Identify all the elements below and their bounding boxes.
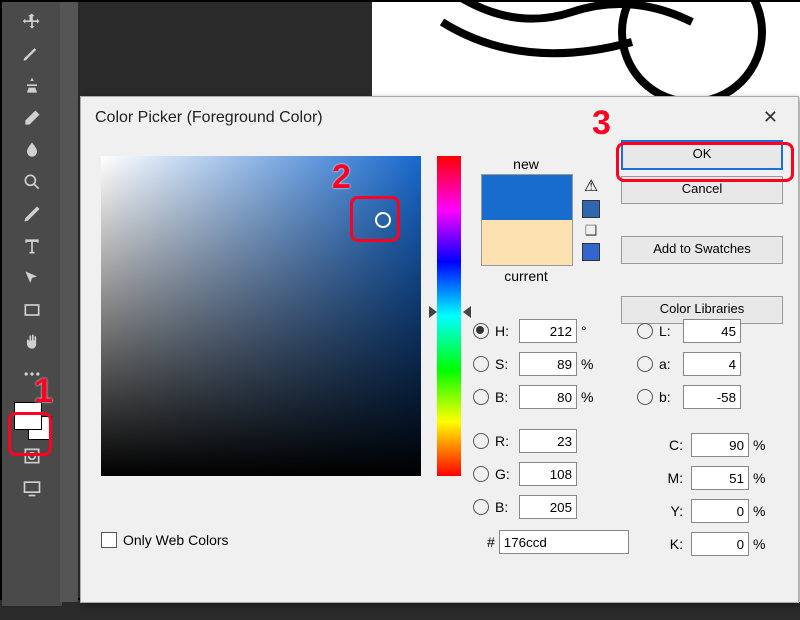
key-row: K: % <box>661 530 773 558</box>
hex-field[interactable] <box>499 530 629 554</box>
hue-field[interactable] <box>519 319 577 343</box>
hand-tool-icon[interactable] <box>18 328 46 356</box>
hue-label: H: <box>495 323 515 339</box>
hue-slider[interactable] <box>437 156 461 476</box>
hue-slider-arrow-left-icon <box>429 306 437 318</box>
dialog-title: Color Picker (Foreground Color) <box>95 109 323 127</box>
a-radio[interactable] <box>637 356 653 372</box>
magenta-label: M: <box>661 470 683 486</box>
hue-slider-arrow-right-icon <box>463 306 471 318</box>
red-row: R: <box>473 427 601 455</box>
only-web-colors-label: Only Web Colors <box>123 532 229 548</box>
gamut-warning-icon[interactable]: ⚠ <box>584 176 598 196</box>
L-radio[interactable] <box>637 323 653 339</box>
L-field[interactable] <box>683 319 741 343</box>
red-label: R: <box>495 433 515 449</box>
saturation-field[interactable] <box>519 352 577 376</box>
yellow-label: Y: <box>661 503 683 519</box>
color-preview: new current <box>481 156 571 284</box>
add-to-swatches-button[interactable]: Add to Swatches <box>621 236 783 264</box>
ok-button[interactable]: OK <box>621 140 783 170</box>
ellipsis-tool-icon[interactable] <box>18 360 46 388</box>
brush-tool-icon[interactable] <box>18 40 46 68</box>
key-label: K: <box>661 536 683 552</box>
brightness-field[interactable] <box>519 385 577 409</box>
a-row: a: <box>637 350 745 378</box>
gamut-swatch[interactable] <box>582 200 600 218</box>
new-label: new <box>481 156 571 172</box>
type-tool-icon[interactable] <box>18 232 46 260</box>
rectangle-tool-icon[interactable] <box>18 296 46 324</box>
blue-row: B: <box>473 493 601 521</box>
dodge-tool-icon[interactable] <box>18 168 46 196</box>
hex-row: # <box>487 530 633 554</box>
green-field[interactable] <box>519 462 577 486</box>
brightness-row: B: % <box>473 383 601 411</box>
new-color-swatch <box>482 175 572 220</box>
b-row: b: <box>637 383 745 411</box>
red-field[interactable] <box>519 429 577 453</box>
color-field[interactable] <box>101 156 421 476</box>
saturation-radio[interactable] <box>473 356 489 372</box>
b-label: b: <box>659 389 679 405</box>
magenta-field[interactable] <box>691 466 749 490</box>
blur-tool-icon[interactable] <box>18 136 46 164</box>
quick-mask-icon[interactable] <box>18 442 46 470</box>
hex-prefix: # <box>487 534 495 550</box>
move-tool-icon[interactable] <box>18 8 46 36</box>
foreground-color-swatch[interactable] <box>14 402 42 430</box>
websafe-swatch[interactable] <box>582 243 600 261</box>
cyan-label: C: <box>661 437 683 453</box>
magenta-row: M: % <box>661 464 773 492</box>
key-field[interactable] <box>691 532 749 556</box>
vertical-ruler <box>60 2 78 602</box>
saturation-label: S: <box>495 356 515 372</box>
L-label: L: <box>659 323 679 339</box>
current-label: current <box>481 268 571 284</box>
eraser-tool-icon[interactable] <box>18 104 46 132</box>
path-selection-tool-icon[interactable] <box>18 264 46 292</box>
hue-radio[interactable] <box>473 323 489 339</box>
cyan-field[interactable] <box>691 433 749 457</box>
clone-stamp-tool-icon[interactable] <box>18 72 46 100</box>
only-web-colors-row: Only Web Colors <box>101 532 229 548</box>
pen-tool-icon[interactable] <box>18 200 46 228</box>
foreground-background-swatch[interactable] <box>12 400 52 440</box>
cyan-row: C: % <box>661 431 773 459</box>
cube-icon[interactable]: ❑ <box>585 222 598 239</box>
current-color-swatch[interactable] <box>482 220 572 265</box>
blue-label: B: <box>495 499 515 515</box>
cancel-button[interactable]: Cancel <box>621 176 783 204</box>
yellow-row: Y: % <box>661 497 773 525</box>
blue-radio[interactable] <box>473 499 489 515</box>
brightness-radio[interactable] <box>473 389 489 405</box>
only-web-colors-checkbox[interactable] <box>101 532 117 548</box>
close-icon[interactable]: ✕ <box>757 107 784 128</box>
L-row: L: <box>637 317 745 345</box>
b-field[interactable] <box>683 385 741 409</box>
red-radio[interactable] <box>473 433 489 449</box>
tools-panel <box>2 2 62 606</box>
green-radio[interactable] <box>473 466 489 482</box>
color-picker-dialog: Color Picker (Foreground Color) ✕ new cu… <box>80 96 799 603</box>
hue-row: H: ° <box>473 317 601 345</box>
brightness-label: B: <box>495 389 515 405</box>
green-label: G: <box>495 466 515 482</box>
yellow-field[interactable] <box>691 499 749 523</box>
blue-field[interactable] <box>519 495 577 519</box>
b-radio[interactable] <box>637 389 653 405</box>
a-field[interactable] <box>683 352 741 376</box>
color-picker-cursor[interactable] <box>375 212 391 228</box>
green-row: G: <box>473 460 601 488</box>
saturation-row: S: % <box>473 350 601 378</box>
a-label: a: <box>659 356 679 372</box>
screen-mode-icon[interactable] <box>18 474 46 502</box>
